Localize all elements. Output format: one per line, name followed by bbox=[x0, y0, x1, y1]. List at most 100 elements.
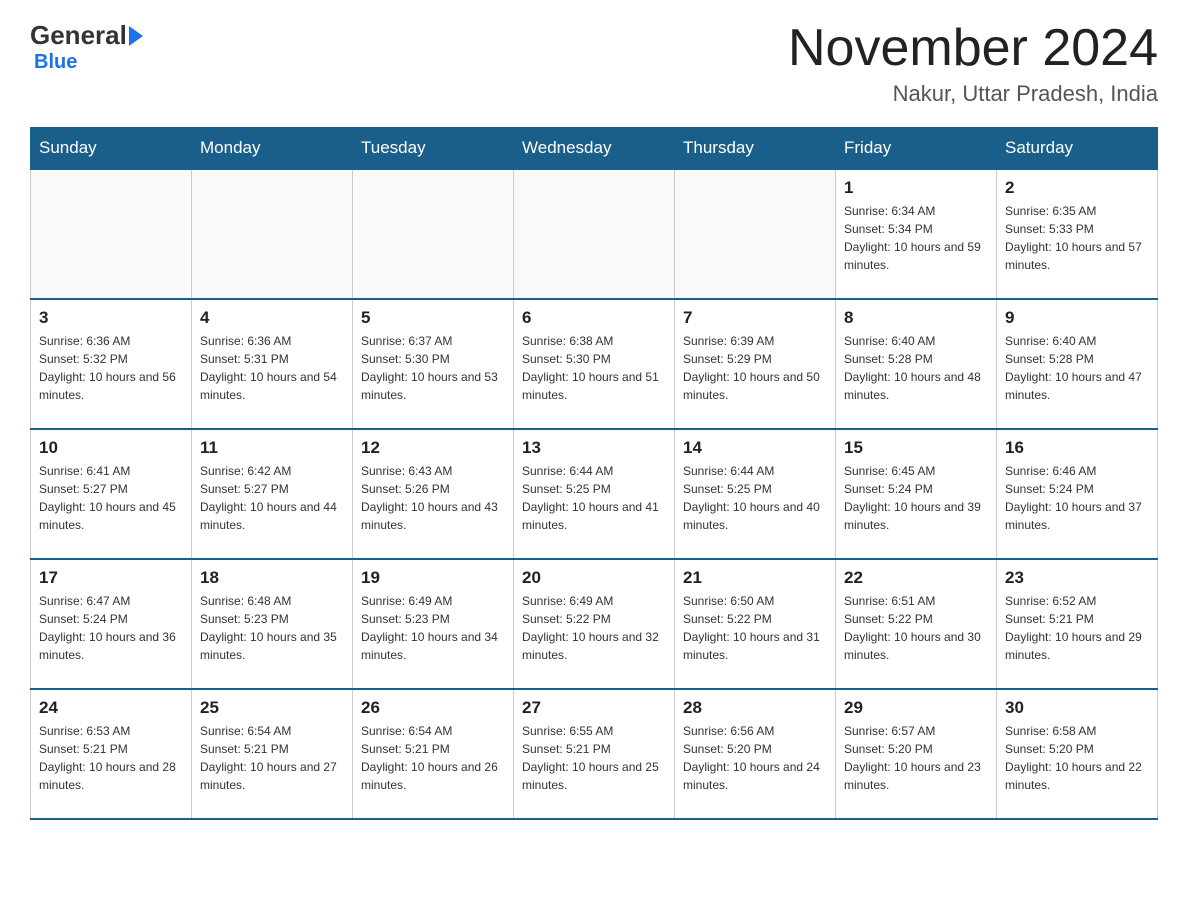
day-info: Sunrise: 6:38 AMSunset: 5:30 PMDaylight:… bbox=[522, 332, 666, 404]
day-number: 2 bbox=[1005, 178, 1149, 198]
day-info: Sunrise: 6:52 AMSunset: 5:21 PMDaylight:… bbox=[1005, 592, 1149, 664]
day-info: Sunrise: 6:54 AMSunset: 5:21 PMDaylight:… bbox=[361, 722, 505, 794]
day-number: 14 bbox=[683, 438, 827, 458]
calendar-cell: 8 Sunrise: 6:40 AMSunset: 5:28 PMDaylight… bbox=[836, 299, 997, 429]
calendar-cell: 25 Sunrise: 6:54 AMSunset: 5:21 PMDayligh… bbox=[192, 689, 353, 819]
day-number: 17 bbox=[39, 568, 183, 588]
logo-general: General bbox=[30, 20, 127, 51]
day-number: 25 bbox=[200, 698, 344, 718]
calendar-cell: 6 Sunrise: 6:38 AMSunset: 5:30 PMDaylight… bbox=[514, 299, 675, 429]
calendar-cell bbox=[192, 169, 353, 299]
calendar-cell bbox=[514, 169, 675, 299]
day-info: Sunrise: 6:41 AMSunset: 5:27 PMDaylight:… bbox=[39, 462, 183, 534]
day-number: 30 bbox=[1005, 698, 1149, 718]
day-info: Sunrise: 6:36 AMSunset: 5:32 PMDaylight:… bbox=[39, 332, 183, 404]
calendar-cell bbox=[675, 169, 836, 299]
location: Nakur, Uttar Pradesh, India bbox=[788, 81, 1158, 107]
week-row-5: 24Sunrise: 6:53 AMSunset: 5:21 PMDayligh… bbox=[31, 689, 1158, 819]
day-number: 5 bbox=[361, 308, 505, 328]
day-number: 3 bbox=[39, 308, 183, 328]
calendar-cell: 29Sunrise: 6:57 AMSunset: 5:20 PMDayligh… bbox=[836, 689, 997, 819]
day-number: 27 bbox=[522, 698, 666, 718]
weekday-header-row: SundayMondayTuesdayWednesdayThursdayFrid… bbox=[31, 128, 1158, 170]
calendar-cell: 9 Sunrise: 6:40 AMSunset: 5:28 PMDaylight… bbox=[997, 299, 1158, 429]
calendar-cell: 2 Sunrise: 6:35 AMSunset: 5:33 PMDaylight… bbox=[997, 169, 1158, 299]
day-number: 4 bbox=[200, 308, 344, 328]
calendar-cell: 7Sunrise: 6:39 AMSunset: 5:29 PMDaylight… bbox=[675, 299, 836, 429]
logo: General Blue bbox=[30, 20, 143, 74]
day-number: 9 bbox=[1005, 308, 1149, 328]
day-info: Sunrise: 6:58 AMSunset: 5:20 PMDaylight:… bbox=[1005, 722, 1149, 794]
weekday-header-thursday: Thursday bbox=[675, 128, 836, 170]
day-number: 16 bbox=[1005, 438, 1149, 458]
calendar-cell: 11Sunrise: 6:42 AMSunset: 5:27 PMDayligh… bbox=[192, 429, 353, 559]
day-info: Sunrise: 6:56 AMSunset: 5:20 PMDaylight:… bbox=[683, 722, 827, 794]
calendar-cell: 12 Sunrise: 6:43 AMSunset: 5:26 PMDayligh… bbox=[353, 429, 514, 559]
month-title: November 2024 bbox=[788, 20, 1158, 77]
day-number: 12 bbox=[361, 438, 505, 458]
day-number: 1 bbox=[844, 178, 988, 198]
week-row-1: 1 Sunrise: 6:34 AMSunset: 5:34 PMDaylight… bbox=[31, 169, 1158, 299]
day-info: Sunrise: 6:44 AMSunset: 5:25 PMDaylight:… bbox=[522, 462, 666, 534]
calendar-cell: 14 Sunrise: 6:44 AMSunset: 5:25 PMDayligh… bbox=[675, 429, 836, 559]
day-number: 23 bbox=[1005, 568, 1149, 588]
weekday-header-friday: Friday bbox=[836, 128, 997, 170]
day-info: Sunrise: 6:44 AMSunset: 5:25 PMDaylight:… bbox=[683, 462, 827, 534]
day-number: 19 bbox=[361, 568, 505, 588]
day-info: Sunrise: 6:48 AMSunset: 5:23 PMDaylight:… bbox=[200, 592, 344, 664]
logo-blue-text: Blue bbox=[30, 51, 77, 74]
day-info: Sunrise: 6:53 AMSunset: 5:21 PMDaylight:… bbox=[39, 722, 183, 794]
calendar-cell: 10 Sunrise: 6:41 AMSunset: 5:27 PMDayligh… bbox=[31, 429, 192, 559]
calendar-cell: 18Sunrise: 6:48 AMSunset: 5:23 PMDayligh… bbox=[192, 559, 353, 689]
week-row-3: 10 Sunrise: 6:41 AMSunset: 5:27 PMDayligh… bbox=[31, 429, 1158, 559]
day-info: Sunrise: 6:49 AMSunset: 5:22 PMDaylight:… bbox=[522, 592, 666, 664]
weekday-header-wednesday: Wednesday bbox=[514, 128, 675, 170]
day-info: Sunrise: 6:55 AMSunset: 5:21 PMDaylight:… bbox=[522, 722, 666, 794]
calendar-cell: 26 Sunrise: 6:54 AMSunset: 5:21 PMDayligh… bbox=[353, 689, 514, 819]
day-info: Sunrise: 6:40 AMSunset: 5:28 PMDaylight:… bbox=[1005, 332, 1149, 404]
calendar-cell: 15Sunrise: 6:45 AMSunset: 5:24 PMDayligh… bbox=[836, 429, 997, 559]
day-info: Sunrise: 6:51 AMSunset: 5:22 PMDaylight:… bbox=[844, 592, 988, 664]
day-info: Sunrise: 6:43 AMSunset: 5:26 PMDaylight:… bbox=[361, 462, 505, 534]
day-number: 10 bbox=[39, 438, 183, 458]
logo-arrow-icon bbox=[129, 26, 143, 46]
day-number: 21 bbox=[683, 568, 827, 588]
day-info: Sunrise: 6:40 AMSunset: 5:28 PMDaylight:… bbox=[844, 332, 988, 404]
day-number: 11 bbox=[200, 438, 344, 458]
day-info: Sunrise: 6:49 AMSunset: 5:23 PMDaylight:… bbox=[361, 592, 505, 664]
calendar-cell: 28 Sunrise: 6:56 AMSunset: 5:20 PMDayligh… bbox=[675, 689, 836, 819]
day-number: 22 bbox=[844, 568, 988, 588]
calendar-cell: 5 Sunrise: 6:37 AMSunset: 5:30 PMDaylight… bbox=[353, 299, 514, 429]
calendar-cell: 16 Sunrise: 6:46 AMSunset: 5:24 PMDayligh… bbox=[997, 429, 1158, 559]
header: General Blue November 2024 Nakur, Uttar … bbox=[30, 20, 1158, 107]
calendar-cell bbox=[353, 169, 514, 299]
calendar-cell: 21 Sunrise: 6:50 AMSunset: 5:22 PMDayligh… bbox=[675, 559, 836, 689]
day-number: 8 bbox=[844, 308, 988, 328]
day-number: 29 bbox=[844, 698, 988, 718]
day-number: 13 bbox=[522, 438, 666, 458]
calendar-cell: 22 Sunrise: 6:51 AMSunset: 5:22 PMDayligh… bbox=[836, 559, 997, 689]
day-number: 28 bbox=[683, 698, 827, 718]
day-info: Sunrise: 6:50 AMSunset: 5:22 PMDaylight:… bbox=[683, 592, 827, 664]
calendar-cell: 27 Sunrise: 6:55 AMSunset: 5:21 PMDayligh… bbox=[514, 689, 675, 819]
calendar-cell: 3 Sunrise: 6:36 AMSunset: 5:32 PMDaylight… bbox=[31, 299, 192, 429]
day-info: Sunrise: 6:37 AMSunset: 5:30 PMDaylight:… bbox=[361, 332, 505, 404]
day-info: Sunrise: 6:54 AMSunset: 5:21 PMDaylight:… bbox=[200, 722, 344, 794]
title-section: November 2024 Nakur, Uttar Pradesh, Indi… bbox=[788, 20, 1158, 107]
day-number: 6 bbox=[522, 308, 666, 328]
week-row-2: 3 Sunrise: 6:36 AMSunset: 5:32 PMDaylight… bbox=[31, 299, 1158, 429]
day-number: 7 bbox=[683, 308, 827, 328]
day-number: 26 bbox=[361, 698, 505, 718]
day-number: 20 bbox=[522, 568, 666, 588]
calendar-cell: 24Sunrise: 6:53 AMSunset: 5:21 PMDayligh… bbox=[31, 689, 192, 819]
weekday-header-tuesday: Tuesday bbox=[353, 128, 514, 170]
calendar-cell: 30 Sunrise: 6:58 AMSunset: 5:20 PMDayligh… bbox=[997, 689, 1158, 819]
week-row-4: 17 Sunrise: 6:47 AMSunset: 5:24 PMDayligh… bbox=[31, 559, 1158, 689]
day-info: Sunrise: 6:35 AMSunset: 5:33 PMDaylight:… bbox=[1005, 202, 1149, 274]
day-info: Sunrise: 6:47 AMSunset: 5:24 PMDaylight:… bbox=[39, 592, 183, 664]
day-info: Sunrise: 6:46 AMSunset: 5:24 PMDaylight:… bbox=[1005, 462, 1149, 534]
calendar-cell: 23 Sunrise: 6:52 AMSunset: 5:21 PMDayligh… bbox=[997, 559, 1158, 689]
weekday-header-monday: Monday bbox=[192, 128, 353, 170]
day-info: Sunrise: 6:34 AMSunset: 5:34 PMDaylight:… bbox=[844, 202, 988, 274]
day-number: 15 bbox=[844, 438, 988, 458]
